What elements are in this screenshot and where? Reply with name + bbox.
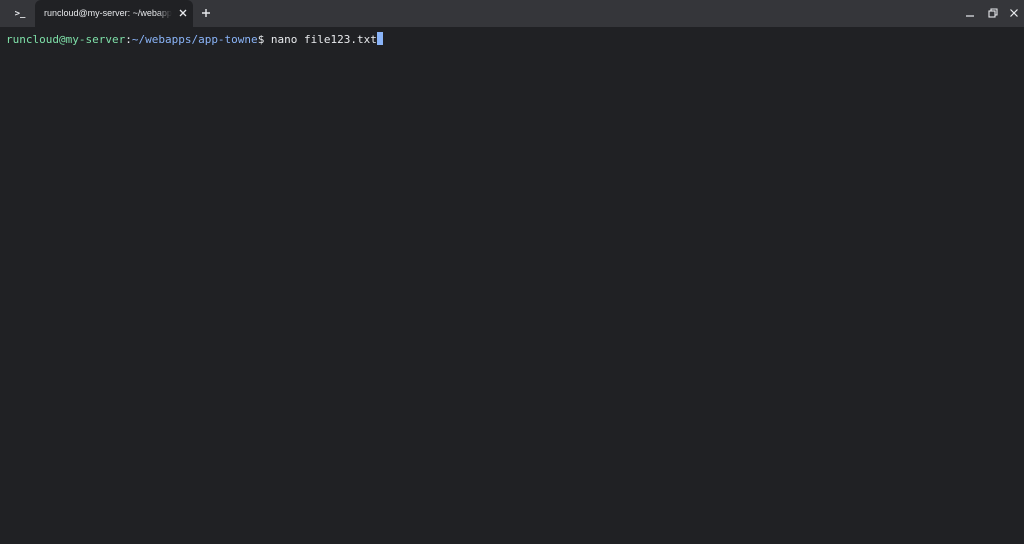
close-icon[interactable] bbox=[1007, 6, 1021, 20]
command-text: nano file123.txt bbox=[264, 33, 377, 46]
terminal-icon[interactable]: >_ bbox=[10, 6, 30, 22]
tab-title: runcloud@my-server: ~/webapps/app-towne bbox=[44, 8, 172, 18]
minimize-icon[interactable] bbox=[963, 6, 977, 20]
text-cursor bbox=[376, 32, 383, 45]
prompt-user-host: runcloud@my-server bbox=[6, 33, 126, 46]
prompt-path: ~/webapps/app-towne bbox=[131, 33, 258, 46]
title-bar: >_ runcloud@my-server: ~/webapps/app-tow… bbox=[0, 0, 1024, 27]
terminal-output[interactable]: runcloud@my-server:~/webapps/app-towne$ … bbox=[0, 27, 1024, 544]
tab-terminal[interactable]: runcloud@my-server: ~/webapps/app-towne bbox=[35, 0, 193, 27]
command-line: runcloud@my-server:~/webapps/app-towne$ … bbox=[6, 32, 383, 46]
close-icon[interactable] bbox=[177, 7, 189, 19]
terminal-window: >_ runcloud@my-server: ~/webapps/app-tow… bbox=[0, 0, 1024, 544]
prompt-separator: : bbox=[125, 33, 132, 46]
restore-icon[interactable] bbox=[986, 6, 1000, 20]
plus-icon[interactable] bbox=[199, 6, 213, 20]
